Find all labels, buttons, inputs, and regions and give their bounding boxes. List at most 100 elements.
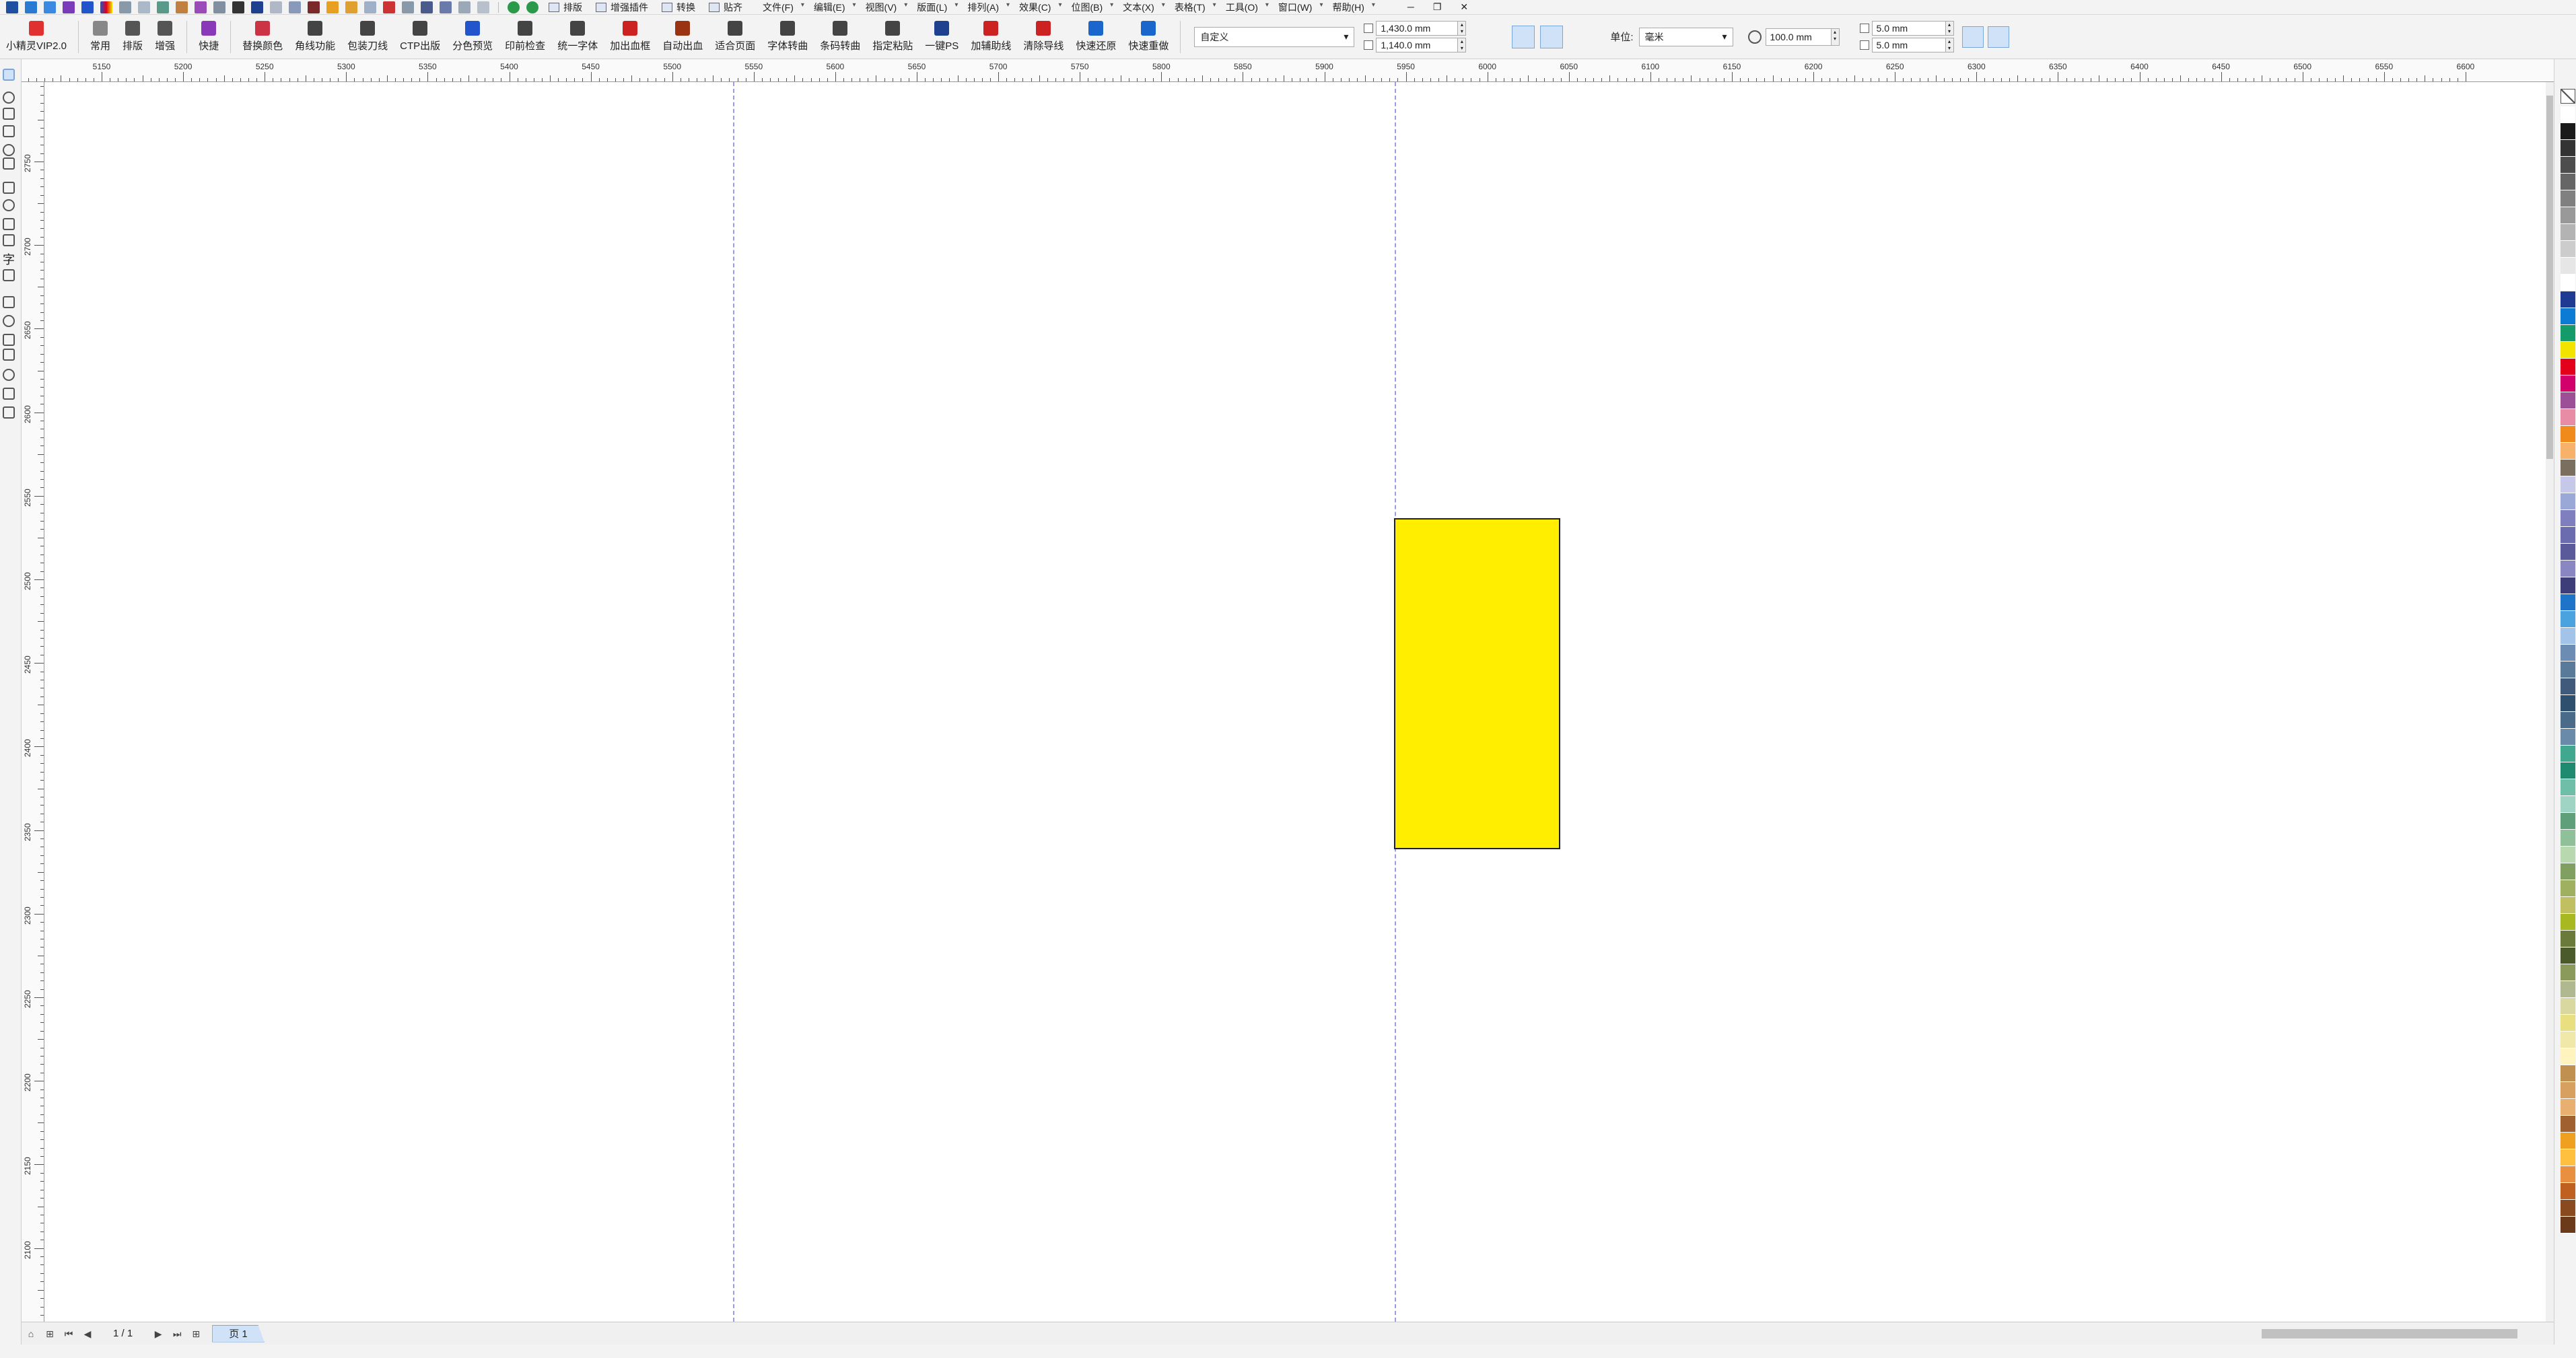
undo-icon[interactable] — [508, 1, 520, 13]
text-tool-icon[interactable]: 字 — [3, 250, 19, 266]
layout-menu-button[interactable]: 排版 — [542, 0, 589, 15]
connector-tool-icon[interactable] — [3, 315, 15, 327]
draw-as-filled-button[interactable] — [1987, 26, 2009, 48]
drawing-canvas[interactable] — [44, 82, 2546, 1322]
all-pages-button[interactable] — [1540, 25, 1564, 48]
color-swatch[interactable] — [2561, 998, 2575, 1015]
quick-icon-16[interactable] — [308, 1, 320, 13]
color-swatch[interactable] — [2561, 964, 2575, 981]
smart-draw-tool-icon[interactable] — [3, 157, 15, 170]
drop-shadow-tool-icon[interactable] — [3, 334, 15, 346]
restore-button[interactable]: ❐ — [1424, 1, 1451, 13]
previous-page-icon[interactable]: ◀ — [82, 1328, 93, 1339]
quick-icon-15[interactable] — [289, 1, 301, 13]
color-swatch[interactable] — [2561, 527, 2575, 544]
color-swatch[interactable] — [2561, 847, 2575, 863]
last-page-icon[interactable]: ⏭ — [172, 1328, 182, 1339]
basic-shapes-tool-icon[interactable] — [3, 234, 15, 246]
toolbar-button[interactable]: 清除导线 — [1019, 16, 1068, 58]
treat-as-filled-button[interactable] — [1961, 26, 1984, 48]
toolbar-button[interactable]: 自动出血 — [658, 16, 707, 58]
current-page-button[interactable] — [1568, 26, 1591, 48]
color-swatch[interactable] — [2561, 359, 2575, 376]
toolbar-button[interactable]: 排版 — [118, 16, 147, 58]
quick-icon-1[interactable] — [25, 1, 37, 13]
horizontal-scroll-thumb[interactable] — [2262, 1329, 2517, 1338]
toolbar-button[interactable]: 印前检查 — [501, 16, 549, 58]
redo-icon[interactable] — [526, 1, 538, 13]
color-swatch[interactable] — [2561, 779, 2575, 796]
color-swatch[interactable] — [2561, 577, 2575, 594]
plugin-menu-button[interactable]: 增强插件 — [589, 0, 655, 15]
ellipse-tool-icon[interactable] — [3, 199, 15, 211]
color-swatch[interactable] — [2561, 275, 2575, 291]
color-swatch[interactable] — [2561, 190, 2575, 207]
parallel-dimension-tool-icon[interactable] — [3, 296, 15, 308]
zoom-tool-icon[interactable] — [3, 125, 15, 137]
color-swatch[interactable] — [2561, 914, 2575, 931]
smart-fill-tool-icon[interactable] — [3, 406, 15, 419]
color-swatch[interactable] — [2561, 1183, 2575, 1200]
toolbar-button[interactable]: 加辅助线 — [967, 16, 1015, 58]
color-swatch[interactable] — [2561, 1082, 2575, 1099]
menu-file[interactable]: 文件(F) — [763, 1, 804, 14]
color-swatch[interactable] — [2561, 123, 2575, 140]
color-swatch[interactable] — [2561, 493, 2575, 510]
minimize-button[interactable]: ─ — [1398, 1, 1424, 13]
yellow-rectangle[interactable] — [1394, 518, 1560, 849]
convert-menu-button[interactable]: 转换 — [655, 0, 702, 15]
height-spinner[interactable]: ▴ ▾ — [1458, 38, 1467, 52]
color-swatch[interactable] — [2561, 409, 2575, 426]
color-swatch[interactable] — [2561, 224, 2575, 241]
units-select[interactable]: 毫米 ▾ — [1638, 27, 1733, 46]
menu-edit[interactable]: 编辑(E) — [814, 1, 856, 14]
toolbar-button[interactable]: 适合页面 — [711, 16, 759, 58]
toolbar-button[interactable]: 角线功能 — [291, 16, 339, 58]
menu-tools[interactable]: 工具(O) — [1226, 1, 1269, 14]
toolbar-button[interactable]: 指定粘贴 — [868, 16, 917, 58]
dup-y-spinner[interactable]: ▴ ▾ — [1945, 38, 1954, 52]
toolbar-button[interactable]: 加出血框 — [606, 16, 654, 58]
horizontal-scrollbar[interactable] — [1306, 1326, 2546, 1341]
quick-icon-18[interactable] — [345, 1, 357, 13]
menu-effects[interactable]: 效果(C) — [1019, 1, 1062, 14]
toolbar-button[interactable]: 分色预览 — [448, 16, 497, 58]
color-swatch[interactable] — [2561, 880, 2575, 897]
quick-icon-12[interactable] — [232, 1, 244, 13]
color-swatch[interactable] — [2561, 662, 2575, 678]
color-swatch[interactable] — [2561, 863, 2575, 880]
add-page-after-icon[interactable]: ⊞ — [190, 1328, 201, 1339]
color-swatch[interactable] — [2561, 207, 2575, 224]
color-swatch[interactable] — [2561, 628, 2575, 645]
dup-y-input[interactable]: 5.0 mm — [1871, 38, 1946, 52]
quick-icon-23[interactable] — [440, 1, 452, 13]
add-page-before-icon[interactable]: ⊞ — [44, 1328, 55, 1339]
color-swatch[interactable] — [2561, 392, 2575, 409]
color-swatch[interactable] — [2561, 241, 2575, 258]
toolbar-button[interactable]: 包装刀线 — [343, 16, 392, 58]
color-swatch[interactable] — [2561, 1133, 2575, 1149]
crop-tool-icon[interactable] — [3, 108, 15, 120]
menu-view[interactable]: 视图(V) — [866, 1, 908, 14]
photoshop-icon[interactable] — [251, 1, 263, 13]
toolbar-button[interactable]: 字体转曲 — [763, 16, 812, 58]
no-color-swatch[interactable] — [2561, 89, 2575, 104]
menu-text[interactable]: 文本(X) — [1123, 1, 1165, 14]
color-swatch[interactable] — [2561, 897, 2575, 914]
color-swatch[interactable] — [2561, 544, 2575, 561]
quick-icon-4[interactable] — [81, 1, 94, 13]
color-swatch[interactable] — [2561, 258, 2575, 275]
toolbar-button[interactable]: 常用 — [86, 16, 114, 58]
color-swatch[interactable] — [2561, 1149, 2575, 1166]
color-swatch[interactable] — [2561, 460, 2575, 476]
toolbar-button[interactable]: 一键PS — [921, 16, 963, 58]
color-swatch[interactable] — [2561, 1166, 2575, 1183]
width-spinner[interactable]: ▴ ▾ — [1458, 21, 1467, 36]
color-swatch[interactable] — [2561, 291, 2575, 308]
vertical-scroll-thumb[interactable] — [2546, 96, 2553, 459]
toolbar-button[interactable]: 小精灵VIP2.0 — [2, 16, 71, 58]
first-page-icon[interactable]: ⏮ — [63, 1328, 74, 1339]
quick-icon-19[interactable] — [364, 1, 376, 13]
close-button[interactable]: ✕ — [1451, 1, 1477, 13]
color-swatch[interactable] — [2561, 981, 2575, 998]
